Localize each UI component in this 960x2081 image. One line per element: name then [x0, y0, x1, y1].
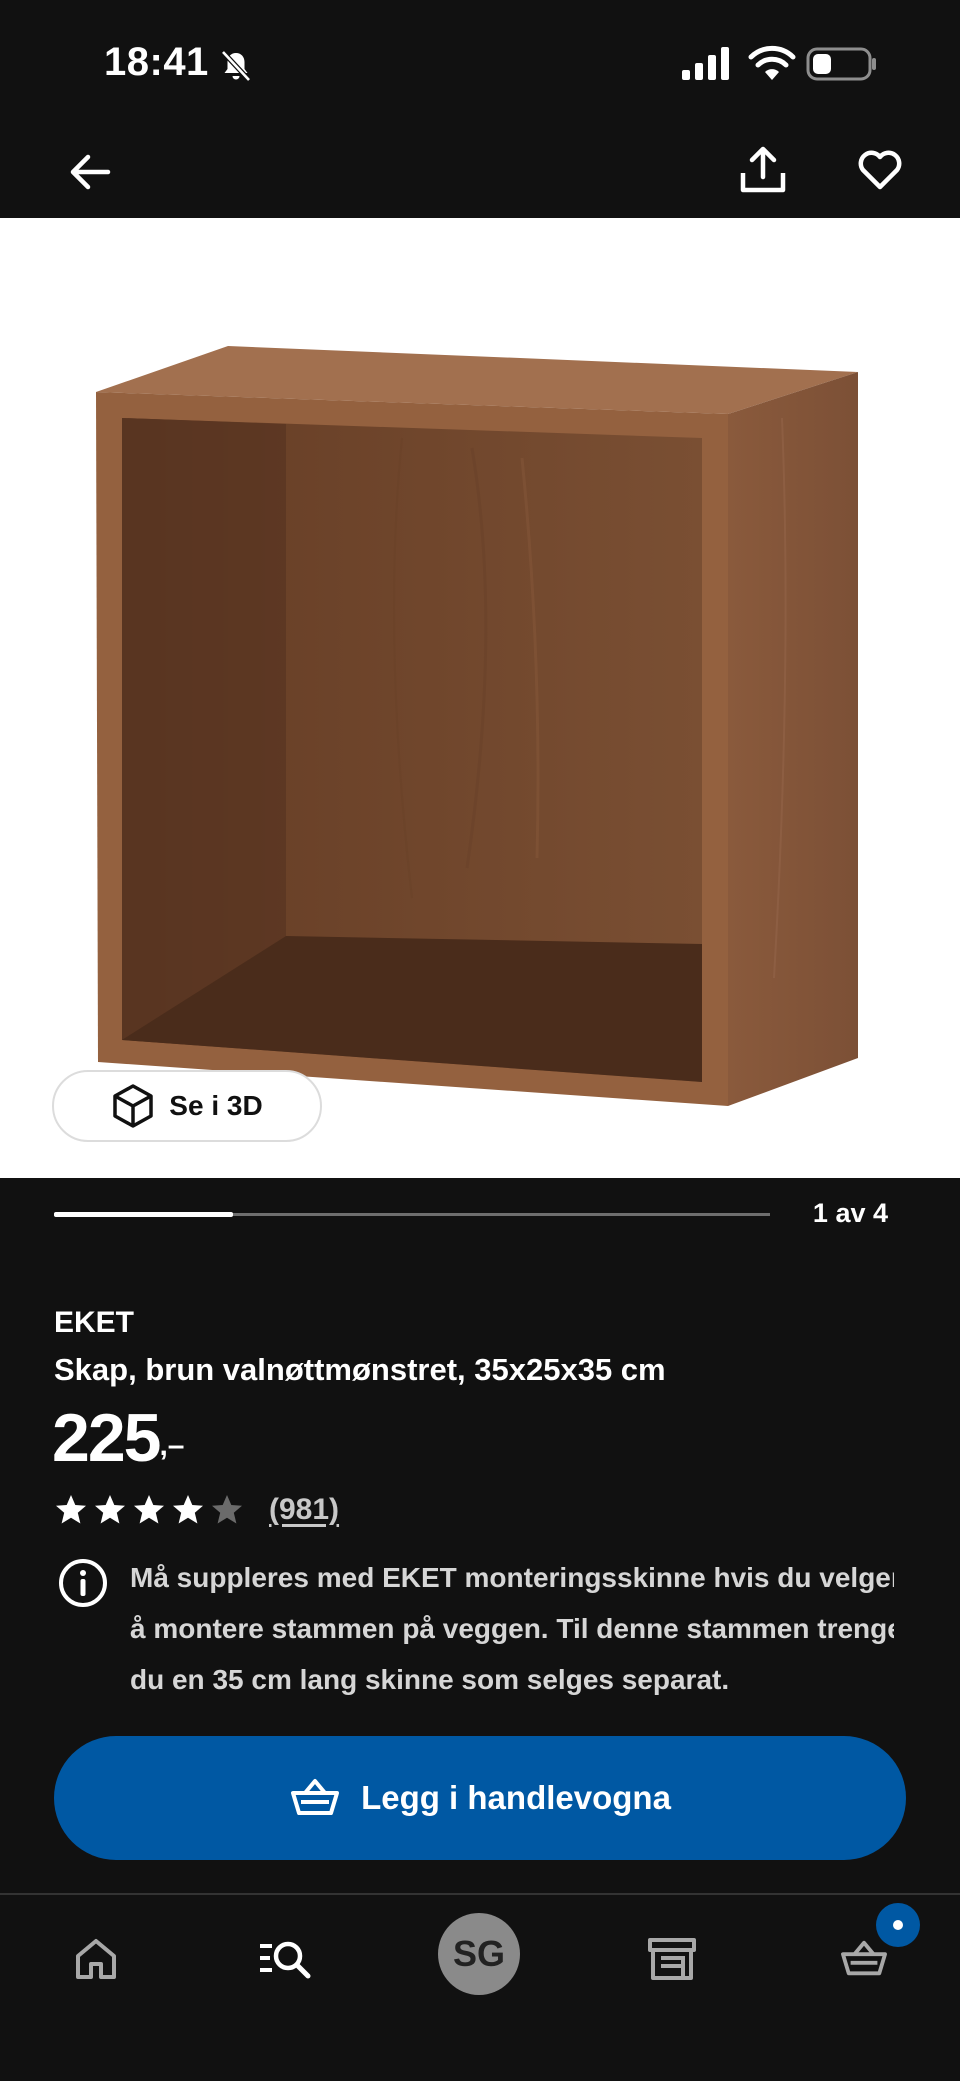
add-to-cart-button[interactable]: Legg i handlevogna	[54, 1736, 906, 1860]
cart-badge-dot	[893, 1920, 903, 1930]
status-time: 18:41	[104, 40, 209, 84]
status-bar: 18:41	[0, 0, 960, 130]
cellular-signal-icon	[682, 47, 729, 80]
product-brand: EKET	[54, 1306, 135, 1339]
basket-icon	[291, 1779, 340, 1815]
star-filled-icon	[173, 1495, 203, 1524]
avatar-initials: SG	[452, 1933, 505, 1974]
star-rating	[54, 1493, 249, 1527]
view-3d-label: Se i 3D	[169, 1090, 263, 1121]
favourite-button[interactable]	[852, 142, 908, 198]
store-icon	[648, 1938, 696, 1980]
top-nav	[0, 130, 960, 218]
cube-3d-icon	[113, 1084, 154, 1128]
info-icon	[59, 1559, 107, 1607]
nav-profile-avatar[interactable]: SG	[438, 1913, 520, 1995]
cart-icon	[841, 1940, 887, 1976]
nav-stores[interactable]	[636, 1923, 708, 1995]
review-count-link[interactable]: (981)	[269, 1493, 339, 1527]
notice-text: Må suppleres med EKET monteringsskinne h…	[130, 1562, 894, 1695]
product-image-gallery[interactable]: Se i 3D	[0, 218, 960, 1178]
nav-search[interactable]	[250, 1923, 322, 1995]
home-icon	[76, 1939, 116, 1979]
product-rating[interactable]: (981)	[54, 1490, 339, 1530]
page-counter: 1 av 4	[812, 1198, 888, 1228]
star-filled-icon	[56, 1495, 86, 1524]
bell-off-icon	[221, 50, 251, 82]
product-description: Skap, brun valnøttmønstret, 35x25x35 cm	[54, 1352, 666, 1387]
progress-fill	[54, 1212, 233, 1217]
bottom-nav: SG	[0, 1893, 960, 2081]
product-price: 225,–	[52, 1398, 185, 1478]
battery-icon	[806, 47, 876, 81]
star-filled-icon	[95, 1495, 125, 1524]
heart-icon	[858, 150, 902, 190]
arrow-left-icon	[70, 154, 111, 190]
view-3d-button[interactable]: Se i 3D	[52, 1070, 322, 1142]
mounting-notice: Må suppleres med EKET monteringsskinne h…	[54, 1552, 894, 1734]
wifi-icon	[748, 45, 796, 80]
search-icon	[260, 1941, 311, 1979]
back-button[interactable]	[62, 144, 118, 200]
nav-home[interactable]	[60, 1923, 132, 1995]
star-filled-icon	[134, 1495, 164, 1524]
progress-track	[54, 1212, 770, 1217]
product-image	[96, 346, 858, 1106]
gallery-progress: 1 av 4	[0, 1178, 960, 1258]
share-icon	[740, 146, 786, 193]
share-button[interactable]	[734, 140, 792, 200]
star-empty-icon	[212, 1495, 242, 1524]
add-to-cart-label: Legg i handlevogna	[361, 1779, 671, 1816]
price-value: 225	[52, 1400, 161, 1476]
cart-badge	[876, 1903, 920, 1947]
price-suffix: ,–	[159, 1429, 185, 1462]
